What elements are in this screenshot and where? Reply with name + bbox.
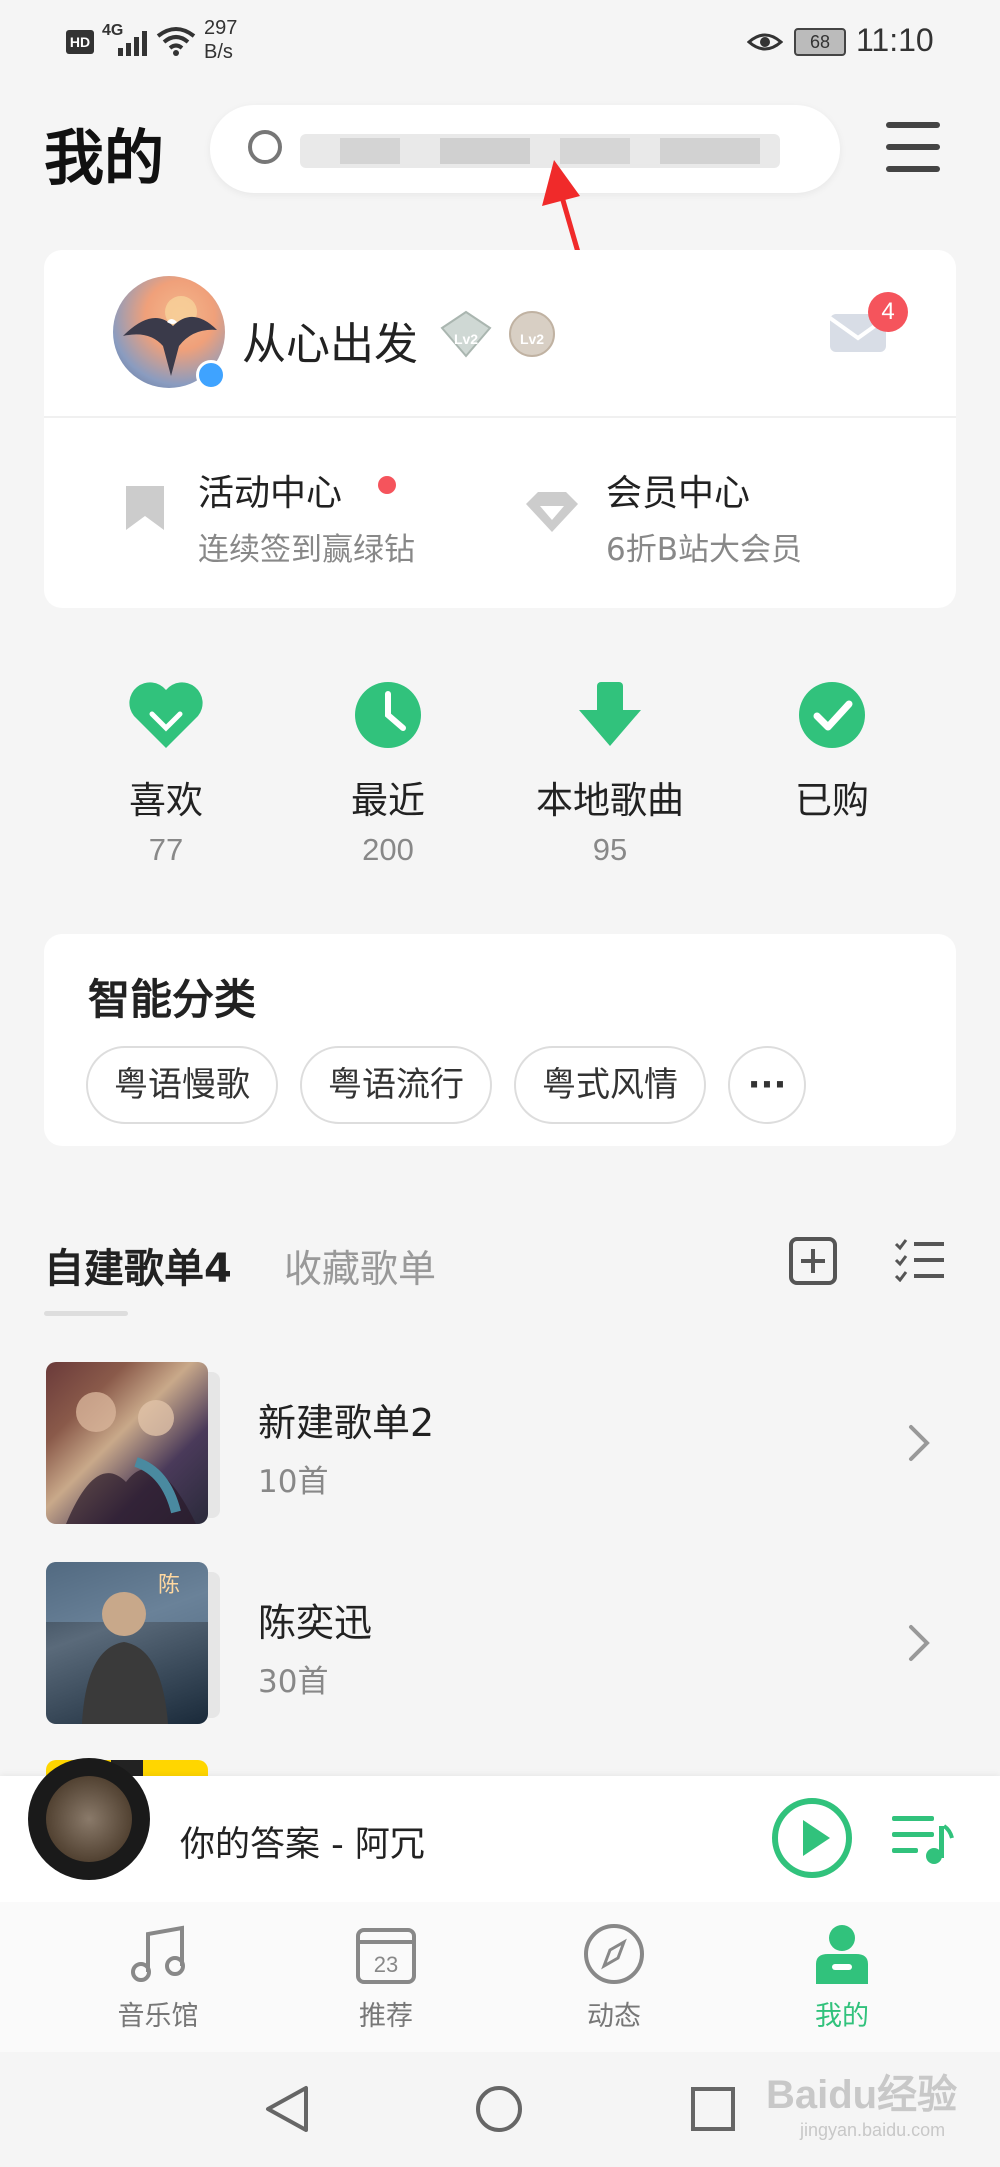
mail-count-badge: 4 — [868, 292, 908, 332]
nav-label: 我的 — [815, 2001, 869, 2032]
activity-center-subtitle: 连续签到赢绿钻 — [198, 532, 415, 568]
quick-item-count: 77 — [148, 832, 184, 867]
chevron-right-icon[interactable] — [908, 1624, 930, 1662]
clock-icon — [355, 682, 421, 748]
nav-label: 动态 — [587, 2001, 641, 2032]
quick-item-label: 本地歌曲 — [536, 779, 684, 822]
quick-item-local[interactable]: 本地歌曲 95 — [520, 680, 700, 868]
quick-item-label: 最近 — [351, 779, 425, 822]
nav-feed[interactable]: 动态 — [534, 1922, 694, 2033]
quick-item-like[interactable]: 喜欢 77 — [76, 680, 256, 868]
quick-item-count: 95 — [592, 832, 628, 867]
cover-art — [66, 1392, 196, 1524]
signal-icon — [118, 28, 148, 56]
menu-icon[interactable] — [884, 120, 942, 174]
playlist-cover[interactable] — [46, 1362, 208, 1524]
tab-own-playlists[interactable]: 自建歌单4 — [44, 1236, 232, 1294]
playlist-cover[interactable]: 陈 — [46, 1562, 208, 1724]
playlist-title[interactable]: 新建歌单2 — [258, 1392, 434, 1447]
nav-recommend[interactable]: 23 推荐 — [306, 1922, 466, 2033]
network-speed: 297 B/s — [204, 17, 238, 63]
download-icon — [579, 682, 641, 746]
smart-category-title: 智能分类 — [88, 975, 257, 1024]
nav-mine[interactable]: 我的 — [762, 1922, 922, 2033]
activity-center-title[interactable]: 活动中心 — [198, 464, 342, 516]
compass-icon — [584, 1924, 644, 1984]
watermark: Baidu经验 — [766, 2073, 958, 2117]
playlist-queue-icon[interactable] — [890, 1812, 954, 1866]
playlist-count: 30首 — [258, 1664, 329, 1700]
vip-center-title[interactable]: 会员中心 — [606, 464, 750, 516]
eye-icon — [747, 33, 783, 51]
divider — [44, 416, 956, 418]
now-playing-title[interactable]: 你的答案 - 阿冗 — [180, 1816, 425, 1867]
quick-item-label: 喜欢 — [129, 779, 203, 822]
chevron-right-icon[interactable] — [908, 1424, 930, 1462]
wifi-icon — [156, 27, 196, 56]
home-icon[interactable] — [474, 2084, 524, 2134]
recents-icon[interactable] — [688, 2084, 738, 2134]
diamond-icon — [526, 492, 578, 532]
category-chip[interactable]: 粤语慢歌 — [86, 1046, 278, 1124]
category-chip[interactable]: 粤式风情 — [514, 1046, 706, 1124]
category-chip[interactable]: 粤语流行 — [300, 1046, 492, 1124]
heart-icon — [129, 682, 203, 748]
quick-item-label: 已购 — [795, 779, 869, 822]
cover-text: 陈 — [158, 1573, 180, 1598]
quick-item-recent[interactable]: 最近 200 — [298, 680, 478, 868]
clock-time: 11:10 — [856, 22, 934, 58]
multi-select-icon[interactable] — [894, 1236, 946, 1282]
playlist-count: 10首 — [258, 1464, 329, 1500]
tab-favorite-playlists[interactable]: 收藏歌单 — [284, 1238, 436, 1293]
back-icon[interactable] — [262, 2084, 312, 2134]
hd-badge: HD — [66, 30, 94, 54]
level-badge-text: Lv2 — [520, 331, 544, 347]
nav-label: 推荐 — [359, 2001, 413, 2032]
person-icon — [816, 1925, 868, 1984]
tab-indicator — [44, 1311, 128, 1316]
username[interactable]: 从心出发 — [242, 308, 418, 372]
level-badge-crest-icon: Lv2 — [509, 311, 555, 357]
vip-center-subtitle: 6折B站大会员 — [606, 532, 802, 568]
quick-item-purchased[interactable]: 已购 — [742, 680, 922, 832]
playlist-title[interactable]: 陈奕迅 — [258, 1592, 372, 1647]
check-icon — [799, 682, 865, 748]
calendar-day: 23 — [374, 1952, 398, 1977]
more-categories-button[interactable]: ··· — [728, 1046, 806, 1124]
status-bar: HD 4G 297 B/s 68 11:10 — [0, 0, 1000, 80]
play-icon[interactable] — [770, 1796, 854, 1880]
cover-stack — [208, 1372, 220, 1518]
battery-icon: 68 — [794, 28, 846, 56]
quick-item-count: 200 — [362, 832, 414, 867]
search-icon — [248, 130, 282, 164]
activity-red-dot — [378, 476, 396, 494]
add-playlist-icon[interactable] — [788, 1236, 838, 1286]
nav-label: 音乐馆 — [117, 2001, 199, 2032]
music-note-icon — [131, 1925, 185, 1982]
calendar-icon: 23 — [356, 1928, 416, 1984]
bookmark-icon — [126, 486, 164, 530]
page-title: 我的 — [44, 124, 164, 194]
cover-art: 陈 — [46, 1562, 208, 1724]
level-badge-diamond-icon: Lv2 — [440, 310, 492, 358]
qq-badge-icon — [196, 360, 226, 390]
level-badge-text: Lv2 — [454, 331, 478, 347]
watermark-url: jingyan.baidu.com — [800, 2120, 946, 2140]
album-art — [46, 1776, 132, 1862]
cover-stack — [208, 1572, 220, 1718]
nav-music-hall[interactable]: 音乐馆 — [78, 1922, 238, 2033]
